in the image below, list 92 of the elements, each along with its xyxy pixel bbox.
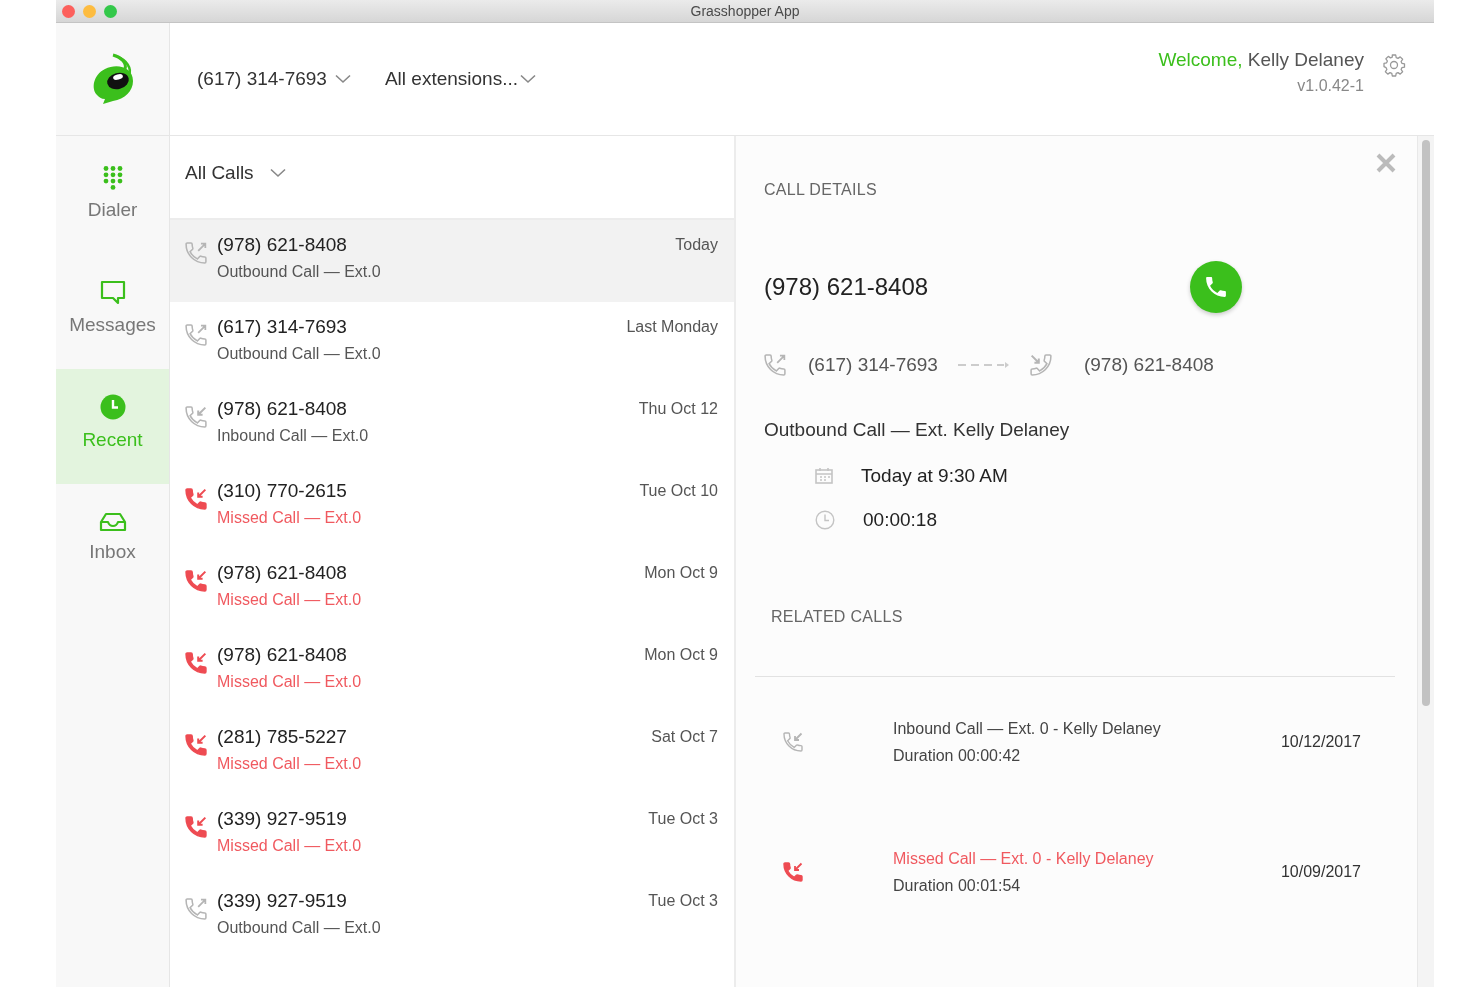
phone-number: (617) 314-7693	[217, 316, 348, 338]
related-call-description: Missed Call — Ext. 0 - Kelly Delaney	[893, 849, 1155, 868]
window-title: Grasshopper App	[690, 3, 800, 19]
call-description: Missed Call — Ext.0	[217, 837, 363, 855]
clock-icon	[99, 394, 126, 420]
nav-item[interactable]: Dialer	[56, 139, 169, 254]
call-date: Tue Oct 3	[648, 809, 718, 828]
caret-icon	[269, 168, 286, 178]
missed-call-icon	[185, 488, 207, 510]
call-date: Last Monday	[626, 317, 718, 336]
calendar-icon	[815, 468, 833, 484]
settings-icon[interactable]	[1382, 53, 1406, 77]
section-heading: CALL DETAILS	[764, 181, 877, 198]
phone-icon	[1205, 276, 1227, 298]
call-description: Outbound Call — Ext.0	[217, 919, 382, 937]
missed-call-icon	[185, 570, 207, 592]
phone-number: (310) 770-2615	[217, 480, 348, 502]
close-icon	[1375, 152, 1397, 174]
caller-number: (617) 314-7693	[808, 354, 938, 376]
call-row[interactable]: (339) 927-9519 Missed Call — Ext.0 Tue Oct 3	[170, 794, 734, 876]
call-description: Outbound Call — Ext.0	[217, 345, 382, 363]
call-description: Outbound Call — Ext.0	[217, 263, 382, 281]
call-description: Missed Call — Ext.0	[217, 755, 363, 773]
outgoing-call-icon	[185, 898, 207, 920]
call-duration: 00:00:18	[863, 509, 937, 531]
chat-icon	[99, 279, 126, 305]
call-row[interactable]: (978) 621-8408 Inbound Call — Ext.0 Thu Oct 12	[170, 384, 734, 466]
minimize-window-button[interactable]	[83, 4, 96, 18]
phone-number: (978) 621-8408	[217, 644, 348, 666]
incoming-call-icon	[783, 732, 803, 752]
nav-item[interactable]: Inbox	[56, 484, 169, 599]
related-call-date: 10/09/2017	[1280, 863, 1361, 881]
related-call-date: 10/12/2017	[1280, 733, 1361, 751]
call-row[interactable]: (310) 770-2615 Missed Call — Ext.0 Tue Oct 10	[170, 466, 734, 548]
call-date: Mon Oct 9	[644, 645, 718, 664]
incoming-call-icon	[1029, 354, 1052, 376]
call-date: Thu Oct 12	[638, 399, 718, 418]
call-row[interactable]: (978) 621-8408 Outbound Call — Ext.0 Today	[170, 220, 734, 302]
call-button[interactable]	[1190, 261, 1242, 313]
phone-number: (978) 621-8408	[217, 562, 348, 584]
call-row[interactable]: (281) 785-5227 Missed Call — Ext.0 Sat Oct 7	[170, 712, 734, 794]
user-name: Kelly Delaney	[1247, 49, 1364, 70]
phone-number: (339) 927-9519	[217, 808, 348, 830]
phone-number: (978) 621-8408	[764, 273, 929, 301]
call-description: Missed Call — Ext.0	[217, 591, 363, 609]
phone-number: (281) 785-5227	[217, 726, 348, 748]
call-description: Missed Call — Ext.0	[217, 673, 363, 691]
missed-call-icon	[185, 816, 207, 838]
outgoing-call-icon	[764, 354, 786, 376]
section-heading: RELATED CALLS	[771, 608, 903, 625]
version-label: v1.0.42-1	[1297, 77, 1364, 95]
caret-icon	[520, 74, 536, 84]
related-call-duration: Duration 00:01:54	[893, 876, 1022, 895]
call-description: Outbound Call — Ext. Kelly Delaney	[764, 419, 1070, 440]
close-window-button[interactable]	[62, 4, 75, 18]
related-call-duration: Duration 00:00:42	[893, 746, 1022, 765]
call-date: Tue Oct 10	[639, 481, 718, 500]
call-row[interactable]: (339) 927-9519 Outbound Call — Ext.0 Tue Oct 3	[170, 876, 734, 958]
dashed-arrow	[957, 361, 1010, 369]
call-row[interactable]: (978) 621-8408 Missed Call — Ext.0 Mon Oct 9	[170, 630, 734, 712]
missed-call-icon	[185, 734, 207, 756]
call-filter-dropdown[interactable]: All Calls	[185, 162, 286, 184]
phone-number-dropdown[interactable]: (617) 314-7693	[197, 64, 351, 94]
outgoing-call-icon	[185, 242, 207, 264]
call-row[interactable]: (617) 314-7693 Outbound Call — Ext.0 Last Monday	[170, 302, 734, 384]
scrollbar[interactable]	[1417, 136, 1434, 987]
incoming-call-icon	[185, 406, 207, 428]
greeting-text: Welcome,	[1158, 49, 1243, 70]
call-row[interactable]: (978) 621-8408 Missed Call — Ext.0 Mon Oct 9	[170, 548, 734, 630]
caret-icon	[334, 74, 351, 84]
callee-number: (978) 621-8408	[1083, 354, 1214, 376]
call-description: Inbound Call — Ext.0	[217, 427, 370, 445]
related-call-description: Inbound Call — Ext. 0 - Kelly Delaney	[893, 719, 1162, 738]
close-button[interactable]	[1375, 152, 1397, 174]
zoom-window-button[interactable]	[104, 4, 117, 18]
phone-number: (978) 621-8408	[217, 234, 348, 256]
call-date: Today	[675, 235, 718, 254]
phone-number: (339) 927-9519	[217, 890, 348, 912]
call-description: Missed Call — Ext.0	[217, 509, 363, 527]
dialpad-icon	[101, 164, 124, 190]
outgoing-call-icon	[185, 324, 207, 346]
missed-call-icon	[185, 652, 207, 674]
call-date: Sat Oct 7	[651, 727, 718, 746]
extensions-dropdown[interactable]: All extensions...	[384, 64, 536, 94]
nav-item[interactable]: Messages	[56, 254, 169, 369]
clock-icon	[815, 510, 835, 530]
phone-number: (978) 621-8408	[217, 398, 348, 420]
missed-call-icon	[783, 862, 803, 882]
call-date: Tue Oct 3	[648, 891, 718, 910]
call-time: Today at 9:30 AM	[861, 465, 1008, 487]
call-date: Mon Oct 9	[644, 563, 718, 582]
inbox-tray-icon	[98, 512, 127, 532]
